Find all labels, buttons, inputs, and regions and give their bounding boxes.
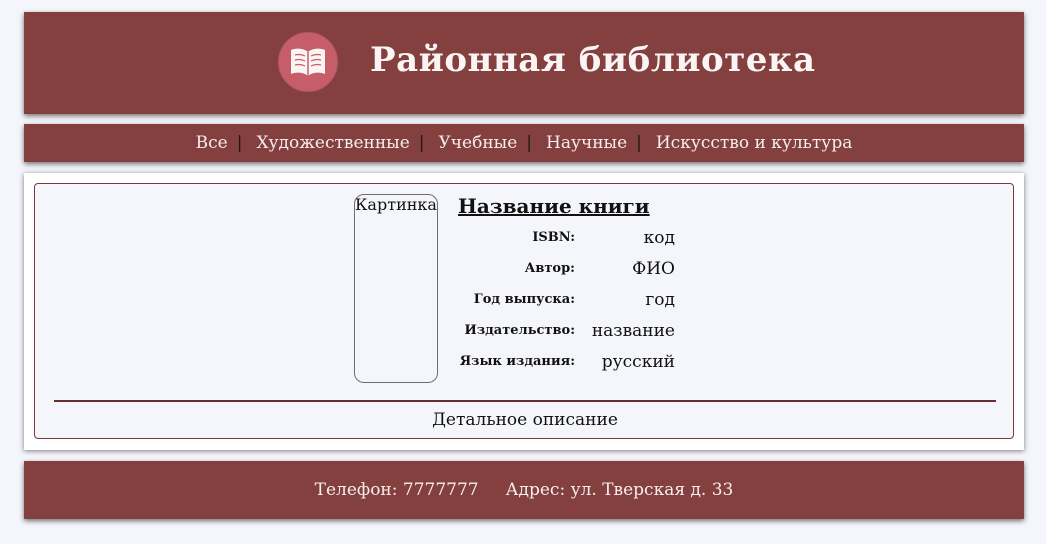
- open-book-icon[interactable]: [278, 32, 338, 92]
- main-content: Картинка Название книги ISBN: код Автор:…: [24, 173, 1024, 450]
- site-title: Районная библиотека: [370, 40, 816, 80]
- book-cover-image: Картинка: [354, 194, 438, 383]
- phone-number: 7777777: [402, 480, 479, 500]
- nav-item-scientific[interactable]: Научные: [546, 133, 627, 153]
- field-value: ФИО: [632, 259, 675, 279]
- nav-separator: |: [636, 133, 642, 153]
- nav-item-art-culture[interactable]: Искусство и культура: [656, 133, 852, 153]
- address-value: ул. Тверская д. 33: [570, 480, 734, 500]
- field-label: Год выпуска:: [473, 292, 575, 307]
- site-footer: Телефон: 7777777 Адрес: ул. Тверская д. …: [24, 461, 1024, 519]
- field-label: Язык издания:: [459, 354, 575, 369]
- category-nav: Все | Художественные | Учебные | Научные…: [24, 124, 1024, 162]
- address-label: Адрес:: [505, 480, 566, 500]
- card-divider: [54, 400, 996, 402]
- field-value: код: [643, 228, 675, 248]
- field-value: русский: [601, 352, 675, 372]
- book-field-language: Язык издания: русский: [435, 352, 675, 372]
- field-label: ISBN:: [532, 230, 575, 245]
- book-title[interactable]: Название книги: [458, 194, 650, 218]
- phone-label: Телефон:: [314, 480, 398, 500]
- nav-item-fiction[interactable]: Художественные: [256, 133, 409, 153]
- nav-separator: |: [418, 133, 425, 153]
- book-field-author: Автор: ФИО: [435, 259, 675, 279]
- nav-item-educational[interactable]: Учебные: [439, 133, 518, 153]
- nav-separator: |: [526, 133, 532, 153]
- field-label: Автор:: [524, 261, 575, 276]
- book-field-publisher: Издательство: название: [435, 321, 675, 341]
- book-card: Картинка Название книги ISBN: код Автор:…: [34, 183, 1014, 439]
- nav-separator: |: [236, 133, 243, 153]
- site-header: Районная библиотека: [24, 12, 1024, 114]
- details-link[interactable]: Детальное описание: [35, 410, 1015, 430]
- field-value: название: [591, 321, 675, 341]
- nav-item-all[interactable]: Все: [196, 133, 228, 153]
- field-value: год: [645, 290, 675, 310]
- field-label: Издательство:: [464, 323, 575, 338]
- book-field-year: Год выпуска: год: [435, 290, 675, 310]
- book-field-isbn: ISBN: код: [435, 228, 675, 248]
